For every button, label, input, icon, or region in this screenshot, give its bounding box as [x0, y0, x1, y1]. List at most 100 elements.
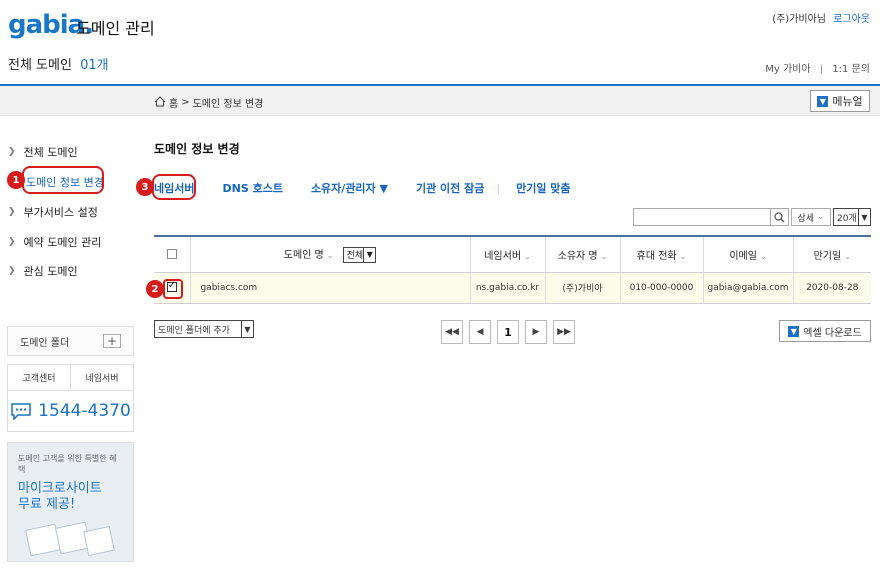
info-tabs: 네임서버 DNS 호스트 소유자/관리자 ▼ 기관 이전 잠금 | 만기일 맞춤	[154, 180, 599, 196]
page-title: 도메인 정보 변경	[154, 142, 240, 156]
col-email[interactable]: 이메일 ⌄	[702, 235, 793, 273]
cell-domain[interactable]: gabiacs.com	[189, 272, 470, 304]
cell-phone: 010-000-0000	[619, 272, 703, 304]
add-folder-icon[interactable]: +	[103, 334, 121, 348]
chevron-down-icon: ▼	[817, 95, 829, 107]
chevron-right-icon: ❯	[8, 207, 16, 217]
domain-count: 전체 도메인 01개	[8, 54, 109, 73]
manual-button[interactable]: ▼ 메뉴얼	[810, 90, 870, 112]
inquiry-link[interactable]: 1:1 문의	[832, 64, 870, 75]
sidebar-item-addon[interactable]: ❯ 부가서비스 설정	[8, 204, 98, 220]
col-email-label: 이메일	[729, 250, 757, 262]
col-nameserver-label: 네임서버	[484, 250, 522, 262]
promo-title-line1: 마이크로사이트	[18, 481, 102, 496]
domain-table: 도메인 명 ⌄ 전체 ▼ 네임서버 ⌄ 소유자 명 ⌄ 휴대 전화 ⌄ 이메일 ⌄ 만기일…	[154, 235, 871, 304]
top-links: My 가비아 | 1:1 문의	[765, 60, 870, 75]
sort-icon: ⌄	[759, 251, 767, 261]
my-gabia-link[interactable]: My 가비아	[765, 64, 810, 75]
sidebar-item-watchlist[interactable]: ❯ 관심 도메인	[8, 263, 78, 279]
promo-subtitle: 도메인 고객을 위한 특별한 혜택	[18, 454, 117, 474]
chevron-right-icon: ❯	[8, 266, 16, 276]
sidebar-item-all-domains[interactable]: ❯ 전체 도메인	[8, 144, 78, 160]
chat-bubble-icon	[11, 403, 31, 420]
detail-search-button[interactable]: 상세 ⌄	[791, 208, 831, 226]
cell-nameserver: ns.gabia.co.kr	[469, 272, 545, 304]
search-input[interactable]	[633, 208, 771, 226]
logout-link[interactable]: 로그아웃	[833, 14, 870, 25]
support-box: 고객센터 네임서버 1544-4370	[7, 364, 134, 432]
pagination: ◀◀ ◀ 1 ▶ ▶▶	[441, 320, 575, 344]
sidebar-item-label: 부가서비스 설정	[23, 206, 98, 219]
tab-nameserver-support[interactable]: 네임서버	[71, 365, 133, 390]
domain-filter-value: 전체	[346, 251, 364, 262]
col-phone-label: 휴대 전화	[636, 250, 677, 262]
chevron-down-icon: ▼	[241, 321, 253, 337]
cell-email: gabia@gabia.com	[702, 272, 793, 304]
prev-page-icon[interactable]: ◀	[469, 320, 491, 344]
breadcrumb-separator: >	[181, 97, 190, 108]
page-size-select[interactable]: 20개 ▼	[833, 208, 871, 226]
domain-folder-label: 도메인 폴더	[20, 337, 70, 349]
tab-transfer-lock[interactable]: 기관 이전 잠금	[416, 180, 484, 196]
highlight-box-sidebar	[22, 166, 104, 194]
page-size-value: 20개	[837, 213, 857, 224]
sort-icon: ⌄	[600, 251, 608, 261]
col-owner[interactable]: 소유자 명 ⌄	[544, 235, 620, 273]
chevron-down-icon: ▼	[858, 209, 870, 225]
step-badge-1: 1	[7, 171, 25, 189]
col-domain-label[interactable]: 도메인 명	[284, 250, 324, 261]
breadcrumb-current: 도메인 정보 변경	[192, 99, 264, 110]
tab-expire-align[interactable]: 만기일 맞춤	[516, 180, 570, 196]
select-all-cell	[154, 235, 190, 273]
sort-icon: ⌄	[524, 251, 531, 261]
next-page-icon[interactable]: ▶	[525, 320, 547, 344]
domain-folder-box: 도메인 폴더 +	[7, 326, 134, 356]
user-name: (주)가비아님	[772, 14, 826, 25]
select-all-checkbox[interactable]	[166, 248, 177, 259]
sort-icon[interactable]: ⌄	[327, 251, 334, 260]
sidebar-item-label: 예약 도메인 관리	[23, 236, 102, 249]
cell-owner: (주)가비아	[544, 272, 620, 304]
tab-owner-admin[interactable]: 소유자/관리자 ▼	[311, 180, 388, 196]
phone-number: 1544-4370	[8, 391, 133, 431]
app-title: 도메인 관리	[76, 19, 155, 38]
promo-title-line2: 무료 제공!	[18, 497, 76, 512]
link-separator: |	[819, 64, 824, 75]
user-area: (주)가비아님 로그아웃	[772, 10, 870, 25]
breadcrumb-bar	[0, 86, 880, 116]
folder-add-select[interactable]: 도메인 폴더에 추가 ▼	[154, 320, 254, 338]
col-expire-label: 만기일	[813, 250, 842, 262]
chevron-right-icon: ❯	[8, 237, 16, 247]
highlight-box-checkbox	[163, 279, 183, 299]
highlight-box-tab	[152, 174, 196, 200]
step-badge-3: 3	[136, 178, 154, 196]
search-button[interactable]	[771, 208, 789, 226]
sidebar-item-reserved[interactable]: ❯ 예약 도메인 관리	[8, 234, 101, 250]
tab-divider: |	[496, 181, 501, 195]
tab-customer-center[interactable]: 고객센터	[8, 365, 71, 390]
page-current[interactable]: 1	[497, 320, 519, 344]
sidebar-item-label: 전체 도메인	[23, 146, 78, 159]
tab-dns-host[interactable]: DNS 호스트	[222, 180, 282, 196]
col-phone[interactable]: 휴대 전화 ⌄	[619, 235, 703, 273]
microsite-promo[interactable]: 도메인 고객을 위한 특별한 혜택 마이크로사이트 무료 제공!	[7, 442, 134, 562]
home-icon[interactable]	[154, 95, 166, 110]
col-owner-label: 소유자 명	[557, 250, 598, 262]
folder-add-value: 도메인 폴더에 추가	[158, 325, 230, 336]
table-row[interactable]: gabiacs.com ns.gabia.co.kr (주)가비아 010-00…	[154, 272, 871, 304]
chevron-down-icon: ▼	[363, 247, 375, 262]
col-domain: 도메인 명 ⌄ 전체 ▼	[189, 235, 470, 273]
excel-download-label: 엑셀 다운로드	[803, 327, 862, 339]
col-nameserver[interactable]: 네임서버 ⌄	[469, 235, 545, 273]
download-icon: ▼	[788, 325, 800, 337]
excel-download-button[interactable]: ▼ 엑셀 다운로드	[779, 320, 871, 342]
first-page-icon[interactable]: ◀◀	[441, 320, 463, 344]
table-header-row: 도메인 명 ⌄ 전체 ▼ 네임서버 ⌄ 소유자 명 ⌄ 휴대 전화 ⌄ 이메일 ⌄ 만기일…	[154, 235, 871, 273]
last-page-icon[interactable]: ▶▶	[553, 320, 575, 344]
col-expire[interactable]: 만기일 ⌄	[792, 235, 871, 273]
domain-count-label: 전체 도메인	[8, 58, 72, 73]
search-icon	[774, 211, 785, 222]
domain-filter-select[interactable]: 전체 ▼	[342, 246, 377, 263]
domain-count-value[interactable]: 01개	[80, 58, 109, 73]
breadcrumb-home[interactable]: 홈	[169, 95, 178, 110]
